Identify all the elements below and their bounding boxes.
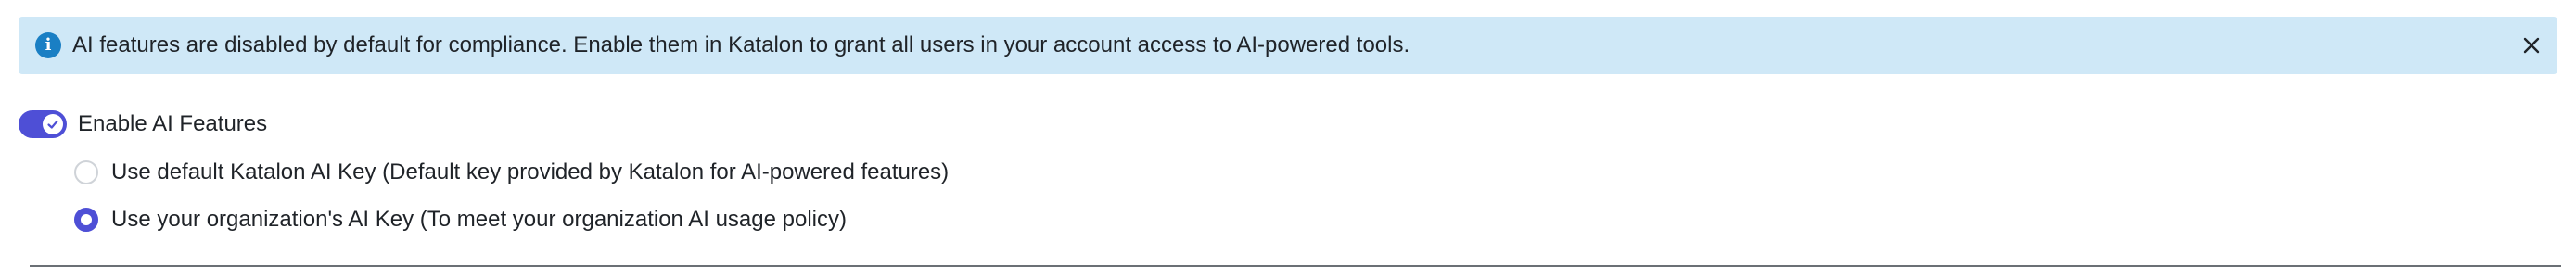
radio-button-default-key[interactable]: [74, 160, 98, 184]
radio-button-organization-key[interactable]: [74, 208, 98, 232]
toggle-knob: [43, 114, 63, 134]
radio-label-organization-key: Use your organization's AI Key (To meet …: [111, 207, 847, 232]
enable-ai-row: Enable AI Features: [19, 109, 267, 139]
info-banner: i AI features are disabled by default fo…: [19, 17, 2557, 74]
close-icon[interactable]: [2519, 32, 2544, 58]
enable-ai-label: Enable AI Features: [78, 111, 268, 136]
enable-ai-toggle[interactable]: [19, 110, 67, 138]
ai-settings-page: i AI features are disabled by default fo…: [0, 0, 2576, 267]
info-icon: i: [35, 32, 61, 58]
check-icon: [47, 120, 58, 129]
radio-label-default-key: Use default Katalon AI Key (Default key …: [111, 159, 950, 184]
banner-message: AI features are disabled by default for …: [72, 32, 1410, 57]
